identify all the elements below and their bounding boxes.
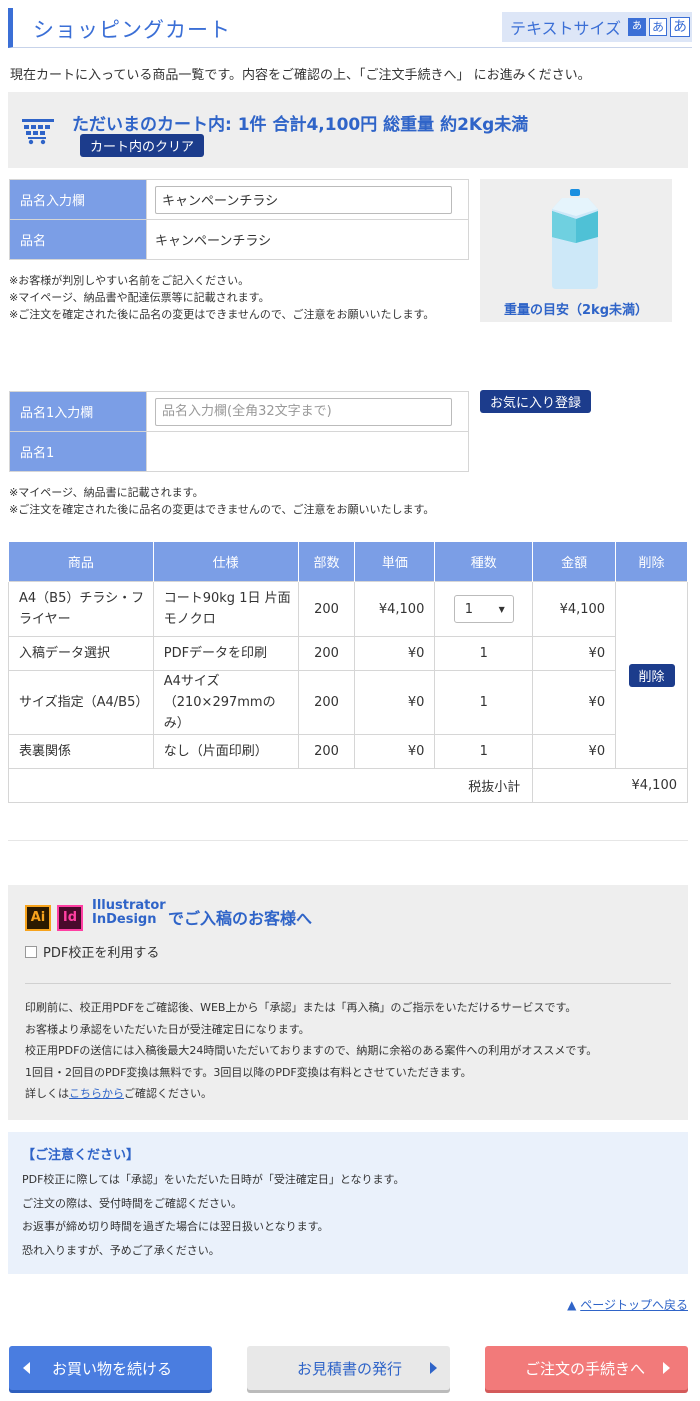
col-delete: 削除 xyxy=(615,541,688,582)
weight-guide: 重量の目安（2kg未満） xyxy=(480,179,672,322)
cell-copies: 200 xyxy=(297,670,356,735)
col-unit-price: 単価 xyxy=(354,541,436,582)
table-row: 入稿データ選択 PDFデータを印刷 200 ¥0 1 ¥0 xyxy=(8,636,688,671)
col-spec: 仕様 xyxy=(152,541,299,582)
kinds-select[interactable]: 1 ▼ xyxy=(453,595,514,623)
pdf-proof-description: 印刷前に、校正用PDFをご確認後、WEB上から「承認」または「再入稿」のご指示を… xyxy=(25,1001,598,1100)
product-name1-input-label: 品名1入力欄 xyxy=(9,391,147,432)
notice-title: 【ご注意ください】 xyxy=(22,1148,140,1163)
table-row: 表裏関係 なし（片面印刷） 200 ¥0 1 ¥0 xyxy=(8,734,688,769)
cell-amount: ¥4,100 xyxy=(532,581,617,637)
weight-label: 重量の目安（2kg未満） xyxy=(504,303,648,318)
illustrator-title: でご入稿のお客様へ xyxy=(168,909,313,928)
product-name1-table: 品名1入力欄 品名1 xyxy=(9,391,469,472)
bottle-icon xyxy=(552,189,598,289)
subtotal-label: 税抜小計 xyxy=(7,768,534,803)
notice-text: PDF校正に際しては「承認」をいただいた日時が「受注確定日」となります。 ご注文… xyxy=(22,1173,405,1257)
cell-unit-price: ¥0 xyxy=(354,636,436,671)
indesign-logo-icon: Id xyxy=(57,905,83,931)
details-link[interactable]: こちらから xyxy=(69,1087,124,1100)
product-name1-notes: ※マイページ、納品書に記載されます。 ※ご注文を確定された後に品名の変更はできま… xyxy=(9,486,435,516)
product-name-input-label: 品名入力欄 xyxy=(9,179,147,220)
illustrator-section: Ai Id Illustrator InDesign でご入稿のお客様へ PDF… xyxy=(8,885,688,1120)
product-name-notes: ※お客様が判別しやすい名前をご記入ください。 ※マイページ、納品書や配達伝票等に… xyxy=(9,274,435,321)
clear-cart-button[interactable]: カート内のクリア xyxy=(80,134,205,157)
product-name-label: 品名 xyxy=(9,219,147,260)
cell-spec: なし（片面印刷） xyxy=(152,734,299,769)
cell-product: 入稿データ選択 xyxy=(8,636,154,671)
text-size-small-button[interactable]: あ xyxy=(628,18,647,36)
divider xyxy=(8,840,688,841)
favorite-register-button[interactable]: お気に入り登録 xyxy=(480,390,592,413)
kinds-select-value: 1 xyxy=(464,601,474,617)
cell-copies: 200 xyxy=(297,581,356,637)
checkbox[interactable] xyxy=(25,945,37,958)
table-row: サイズ指定（A4/B5） A4サイズ（210×297mmのみ） 200 ¥0 1… xyxy=(8,670,688,735)
cell-amount: ¥0 xyxy=(532,670,617,735)
pdf-proof-label: PDF校正を利用する xyxy=(43,946,160,961)
cell-kinds: 1 xyxy=(434,670,534,735)
cart-summary: ただいまのカート内: 1件 合計4,100円 総重量 約2Kg未満 カート内のク… xyxy=(8,92,688,168)
product-name-value: キャンペーンチラシ xyxy=(146,219,469,260)
delete-button[interactable]: 削除 xyxy=(628,663,675,687)
chevron-down-icon: ▼ xyxy=(498,604,505,614)
table-row: A4（B5）チラシ・フライヤー コート90kg 1日 片面モノクロ 200 ¥4… xyxy=(8,581,688,769)
product-name-table: 品名入力欄 品名 キャンペーンチラシ xyxy=(9,179,469,260)
text-size-label: テキストサイズ xyxy=(510,19,622,38)
subtotal-row: 税抜小計 ¥4,100 xyxy=(7,768,688,803)
cell-kinds: 1 xyxy=(434,734,534,769)
intro-text: 現在カートに入っている商品一覧です。内容をご確認の上、「ご注文手続きへ」 にお進… xyxy=(10,68,591,83)
triangle-up-icon: ▲ xyxy=(567,1298,577,1312)
cell-amount: ¥0 xyxy=(532,636,617,671)
proceed-order-button[interactable]: ご注文の手続きへ xyxy=(485,1346,688,1390)
col-amount: 金額 xyxy=(532,541,617,582)
col-kinds: 種数 xyxy=(434,541,534,582)
pdf-proof-checkbox[interactable]: PDF校正を利用する xyxy=(25,942,159,961)
col-copies: 部数 xyxy=(297,541,356,582)
product-name1-label: 品名1 xyxy=(9,431,147,472)
cell-product: A4（B5）チラシ・フライヤー xyxy=(8,581,154,637)
product-name-input[interactable] xyxy=(155,185,452,214)
text-size-large-button[interactable]: あ xyxy=(670,17,691,37)
continue-shopping-button[interactable]: お買い物を続ける xyxy=(9,1346,212,1390)
notice-box: 【ご注意ください】 PDF校正に際しては「承認」をいただいた日時が「受注確定日」… xyxy=(8,1132,688,1274)
cell-unit-price: ¥0 xyxy=(354,670,436,735)
text-size-control: テキストサイズ あ あ あ xyxy=(502,12,692,42)
cell-kinds: 1 xyxy=(434,636,534,671)
illustrator-brand: Illustrator InDesign xyxy=(92,898,166,927)
product-name1-input[interactable] xyxy=(155,397,452,426)
issue-quote-button[interactable]: お見積書の発行 xyxy=(247,1346,450,1390)
cell-spec: コート90kg 1日 片面モノクロ xyxy=(152,581,299,637)
triangle-right-icon xyxy=(663,1362,671,1374)
text-size-medium-button[interactable]: あ xyxy=(649,18,668,36)
cell-copies: 200 xyxy=(297,636,356,671)
triangle-left-icon xyxy=(23,1362,30,1374)
cell-spec: PDFデータを印刷 xyxy=(152,636,299,671)
cart-table: 商品 仕様 部数 単価 種数 金額 削除 A4（B5）チラシ・フライヤー コート… xyxy=(7,541,688,803)
page-header: ショッピングカート テキストサイズ あ あ あ xyxy=(8,8,692,48)
product-name1-value xyxy=(146,431,469,472)
cart-icon xyxy=(22,119,54,145)
page-top-link[interactable]: ▲ ページトップへ戻る xyxy=(567,1296,688,1313)
cell-spec: A4サイズ（210×297mmのみ） xyxy=(152,670,299,735)
col-product: 商品 xyxy=(8,541,154,582)
divider xyxy=(25,983,671,984)
cart-summary-text: ただいまのカート内: 1件 合計4,100円 総重量 約2Kg未満 xyxy=(72,115,529,135)
cell-copies: 200 xyxy=(297,734,356,769)
triangle-right-icon xyxy=(430,1362,438,1374)
cell-unit-price: ¥0 xyxy=(354,734,436,769)
cell-product: 表裏関係 xyxy=(8,734,154,769)
page-title: ショッピングカート xyxy=(33,18,231,42)
cell-unit-price: ¥4,100 xyxy=(354,581,436,637)
cell-product: サイズ指定（A4/B5） xyxy=(8,670,154,735)
illustrator-logo-icon: Ai xyxy=(25,905,51,931)
cell-amount: ¥0 xyxy=(532,734,617,769)
subtotal-value: ¥4,100 xyxy=(532,768,688,803)
